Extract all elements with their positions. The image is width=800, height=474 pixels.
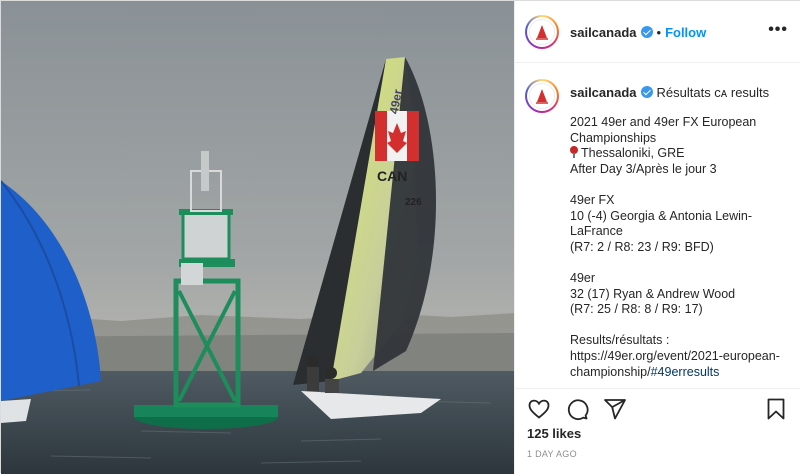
likes-count[interactable]: 125 likes (527, 426, 581, 441)
caption-line: 49er FX (570, 192, 615, 207)
bookmark-icon[interactable] (764, 397, 788, 421)
comment-icon[interactable] (565, 397, 589, 421)
sail-canada-logo-icon (529, 83, 555, 109)
hashtag-link[interactable]: #49erresults (651, 365, 720, 379)
caption-line: 10 (-4) Georgia & Antonia Lewin-LaFrance (570, 208, 753, 239)
svg-text:226: 226 (405, 197, 422, 208)
verified-icon (640, 26, 653, 38)
caption-url-line: https://49er.org/event/2021-european-cha… (570, 349, 790, 380)
post-photo[interactable]: CAN 49er 226 (1, 1, 514, 474)
svg-text:CAN: CAN (377, 168, 407, 184)
post-caption: sailcanada Résultats ᴄᴀ results 2021 49er… (515, 63, 800, 388)
share-icon[interactable] (603, 397, 627, 421)
post-actions: 125 likes 1 DAY AGO (515, 388, 800, 474)
sail-canada-logo-icon (529, 19, 555, 45)
caption-spacer (570, 318, 790, 334)
caption-text: 2021 49er and 49er FX European Champions… (570, 115, 790, 380)
sailing-photo-illustration: CAN 49er 226 (1, 1, 514, 474)
caption-line: 32 (17) Ryan & Andrew Wood (570, 286, 736, 301)
avatar[interactable] (525, 15, 559, 49)
more-icon[interactable]: ••• (768, 21, 788, 39)
caption-line: (R7: 2 / R8: 23 / R9: BFD) (570, 239, 714, 254)
post-header: sailcanada • Follow ••• (515, 1, 800, 63)
post-sidebar: sailcanada • Follow ••• sailcanada Résultat… (514, 1, 800, 474)
caption-spacer (570, 255, 790, 271)
caption-intro: Résultats ᴄᴀ results (656, 85, 770, 100)
caption-line: 49er (570, 270, 596, 285)
username-link[interactable]: sailcanada (570, 25, 637, 40)
caption-line: After Day 3/Après le jour 3 (570, 161, 717, 176)
caption-line: 2021 49er and 49er FX European Champions… (570, 115, 757, 145)
caption-avatar[interactable] (525, 79, 559, 113)
caption-spacer (570, 177, 790, 193)
heart-icon[interactable] (527, 397, 551, 421)
caption-line: Thessaloniki, GRE (570, 146, 790, 162)
follow-button[interactable]: Follow (665, 25, 706, 40)
verified-icon (640, 86, 653, 98)
caption-line: Results/résultats : (570, 333, 670, 348)
location-pin-icon (570, 146, 578, 159)
separator-dot: • (656, 25, 662, 40)
caption-line: (R7: 25 / R8: 8 / R9: 17) (570, 302, 703, 317)
caption-username-link[interactable]: sailcanada (570, 85, 637, 100)
instagram-post: CAN 49er 226 sailcanada • Follow ••• sai… (0, 0, 800, 474)
post-timestamp[interactable]: 1 DAY AGO (527, 449, 577, 459)
